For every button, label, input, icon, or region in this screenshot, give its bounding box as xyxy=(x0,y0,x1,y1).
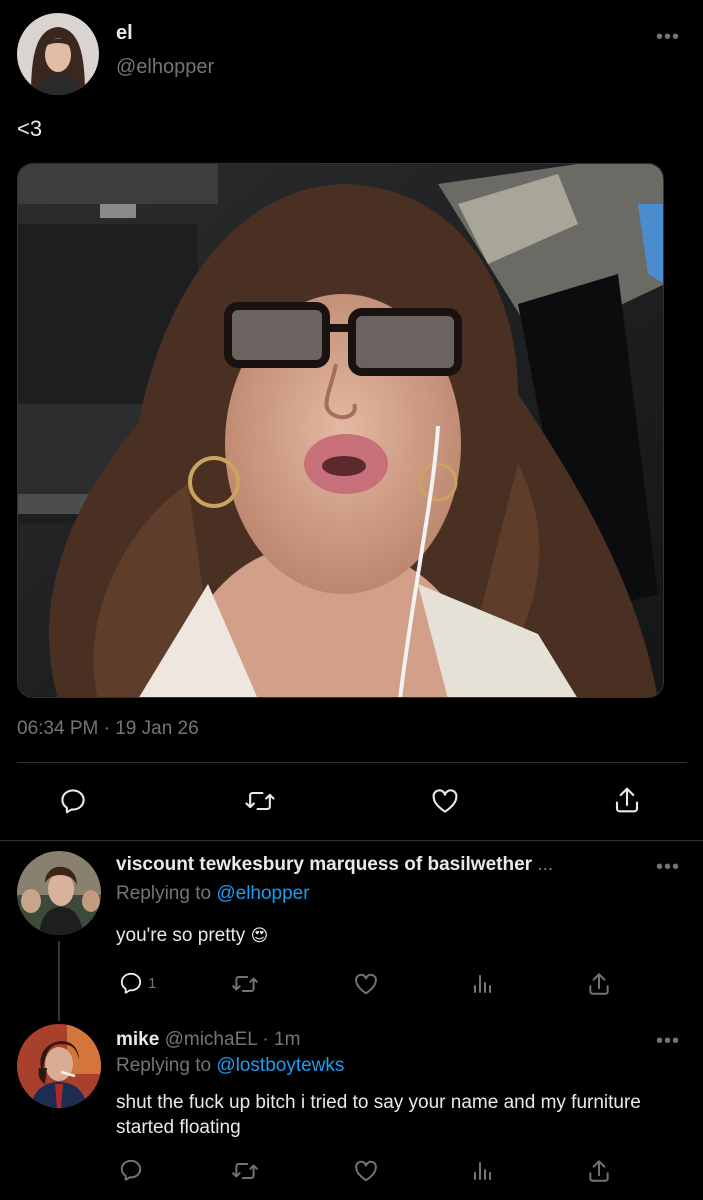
tweet-time: 06:34 PM xyxy=(17,718,99,739)
tweet-divider xyxy=(0,840,703,841)
reply-icon[interactable]: 1 xyxy=(118,970,156,996)
tweet-timestamp[interactable]: 06:34 PM · 19 Jan 26 xyxy=(17,718,199,740)
retweet-icon[interactable] xyxy=(231,1158,259,1184)
replying-prefix: Replying to xyxy=(116,883,212,904)
share-icon[interactable] xyxy=(586,1157,612,1185)
reply-author-handle[interactable]: @michaEL xyxy=(165,1029,258,1050)
reply-avatar[interactable] xyxy=(17,1024,101,1108)
tweet-text: <3 xyxy=(17,116,43,141)
share-icon[interactable] xyxy=(586,970,612,998)
reply-icon[interactable] xyxy=(58,786,88,816)
more-icon[interactable]: ••• xyxy=(656,27,680,47)
analytics-icon[interactable] xyxy=(471,1158,495,1184)
like-icon[interactable] xyxy=(352,971,380,997)
like-icon[interactable] xyxy=(429,786,461,816)
replying-to: Replying to @elhopper xyxy=(116,883,310,905)
reply-text: shut the fuck up bitch i tried to say yo… xyxy=(116,1092,641,1138)
retweet-icon[interactable] xyxy=(231,971,259,997)
more-icon[interactable]: ••• xyxy=(656,857,680,877)
reply-avatar[interactable] xyxy=(17,851,101,935)
more-icon[interactable]: ••• xyxy=(656,1031,680,1051)
retweet-icon[interactable] xyxy=(244,786,276,816)
share-icon[interactable] xyxy=(612,784,642,816)
reply-header[interactable]: viscount tewkesbury marquess of basilwet… xyxy=(116,854,553,876)
main-author-name[interactable]: el xyxy=(116,22,133,45)
reply-text: you're so pretty 😍 xyxy=(116,923,268,949)
main-author-handle[interactable]: @elhopper xyxy=(116,56,214,79)
heart-eyes-emoji: 😍 xyxy=(250,926,269,946)
reply-header[interactable]: mike @michaEL · 1m xyxy=(116,1029,300,1051)
replying-handle[interactable]: @elhopper xyxy=(216,883,309,904)
thread-line xyxy=(58,941,60,1021)
replying-to: Replying to @lostboytewks xyxy=(116,1055,344,1077)
meta-separator: · xyxy=(98,718,116,739)
tweet-photo[interactable] xyxy=(17,163,664,698)
name-ellipsis: ... xyxy=(537,854,554,875)
meta-separator: · xyxy=(257,1029,274,1050)
reply-icon[interactable] xyxy=(118,1157,144,1183)
main-author-avatar[interactable] xyxy=(17,13,99,95)
like-icon[interactable] xyxy=(352,1158,380,1184)
reply-age[interactable]: 1m xyxy=(274,1029,300,1050)
reply-count: 1 xyxy=(148,974,157,992)
reply-body: you're so pretty xyxy=(116,925,246,946)
replying-prefix: Replying to xyxy=(116,1055,212,1076)
meta-divider xyxy=(17,762,687,763)
analytics-icon[interactable] xyxy=(471,971,495,997)
tweet-date: 19 Jan 26 xyxy=(115,718,199,739)
replying-handle[interactable]: @lostboytewks xyxy=(216,1055,344,1076)
reply-author-name[interactable]: viscount tewkesbury marquess of basilwet… xyxy=(116,854,532,875)
reply-author-name[interactable]: mike xyxy=(116,1029,159,1050)
